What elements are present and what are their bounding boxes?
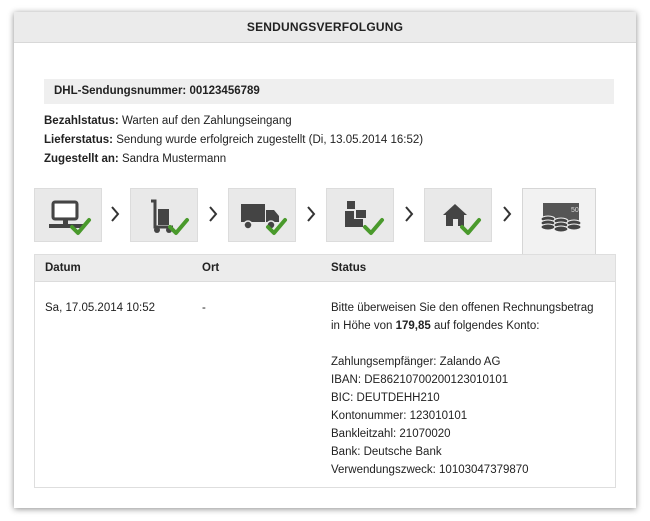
status-line-2-post: auf folgendes Konto:: [430, 320, 540, 332]
delivery-status: Lieferstatus: Sendung wurde erfolgreich …: [44, 134, 423, 146]
bank-bic: BIC: DEUTDEHH210: [331, 392, 440, 404]
chevron-right-icon: [209, 206, 218, 222]
step-payment: 50: [522, 188, 596, 254]
payment-status-label: Bezahlstatus:: [44, 115, 119, 127]
step-in-transit: [228, 188, 296, 242]
house-icon: [443, 204, 481, 235]
tracking-panel: SENDUNGSVERFOLGUNG DHL-Sendungsnummer: 0…: [14, 12, 636, 508]
chevron-right-icon: [405, 206, 414, 222]
recipient-label: Zugestellt an:: [44, 153, 119, 165]
step-packed: [130, 188, 198, 242]
money-icon: 50: [540, 203, 582, 233]
table-header: Datum Ort Status: [35, 255, 615, 282]
chevron-right-icon: [307, 206, 316, 222]
handcart-icon: [151, 199, 189, 235]
payment-status: Bezahlstatus: Warten auf den Zahlungsein…: [44, 115, 292, 127]
status-line-2-pre: in Höhe von: [331, 320, 396, 332]
status-line-1: Bitte überweisen Sie den offenen Rechnun…: [331, 302, 594, 314]
parcel-handover-icon: [345, 201, 384, 235]
status-line-2: in Höhe von 179,85 auf folgendes Konto:: [331, 317, 611, 335]
step-delivered: [424, 188, 492, 242]
column-header-status: Status: [331, 262, 367, 274]
chevron-right-icon: [111, 206, 120, 222]
chevron-right-icon: [503, 206, 512, 222]
bank-code: Bankleitzahl: 21070020: [331, 428, 451, 440]
delivery-status-label: Lieferstatus:: [44, 134, 114, 146]
truck-icon: [241, 204, 287, 235]
tracking-number-value: 00123456789: [189, 85, 260, 97]
tracking-number-label: DHL-Sendungsnummer:: [54, 85, 187, 97]
bank-payee: Zahlungsempfänger: Zalando AG: [331, 356, 501, 368]
row-date: Sa, 17.05.2014 10:52: [45, 302, 155, 314]
column-header-place: Ort: [202, 262, 220, 274]
step-ordered: [34, 188, 102, 242]
status-table: Datum Ort Status Sa, 17.05.2014 10:52 - …: [34, 254, 616, 488]
row-place: -: [202, 302, 206, 314]
recipient-value: Sandra Mustermann: [121, 153, 227, 165]
row-status: Bitte überweisen Sie den offenen Rechnun…: [331, 299, 611, 479]
payment-reference: Verwendungszweck: 10103047379870: [331, 464, 529, 476]
payment-status-value: Warten auf den Zahlungseingang: [121, 115, 292, 127]
banknote-label: 50: [571, 207, 579, 214]
progress-steps: 50: [34, 188, 634, 254]
computer-icon: [49, 200, 91, 235]
bank-account-number: Kontonummer: 123010101: [331, 410, 468, 422]
bank-iban: IBAN: DE86210700200123010101: [331, 374, 509, 386]
recipient: Zugestellt an: Sandra Mustermann: [44, 153, 226, 165]
status-amount: 179,85: [395, 320, 431, 332]
delivery-status-value: Sendung wurde erfolgreich zugestellt (Di…: [116, 134, 424, 146]
column-header-date: Datum: [45, 262, 81, 274]
bank-name: Bank: Deutsche Bank: [331, 446, 442, 458]
page-title: SENDUNGSVERFOLGUNG: [14, 12, 636, 43]
step-out-for-delivery: [326, 188, 394, 242]
tracking-number-box: DHL-Sendungsnummer: 00123456789: [44, 79, 614, 104]
